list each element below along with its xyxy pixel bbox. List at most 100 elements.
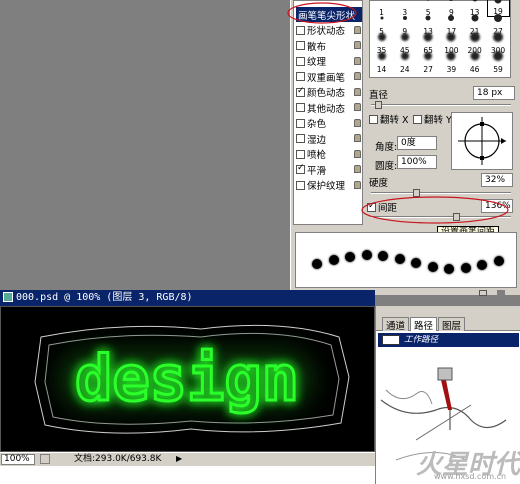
brush-tip-preset[interactable]: 24 bbox=[393, 48, 416, 74]
brush-setting-item[interactable]: 颜色动态 bbox=[296, 85, 362, 100]
stroke-dab bbox=[345, 252, 355, 262]
brush-setting-checkbox[interactable] bbox=[296, 56, 305, 66]
brush-tip-preset[interactable]: 39 bbox=[440, 48, 463, 74]
flip-x-option[interactable]: 翻转 X bbox=[369, 112, 409, 126]
hardness-field[interactable]: 32% bbox=[481, 173, 513, 187]
brush-tip-dot bbox=[400, 33, 409, 41]
brush-setting-item[interactable]: 其他动态 bbox=[296, 100, 362, 115]
roundness-field[interactable]: 100% bbox=[397, 155, 437, 169]
brush-tip-dot bbox=[471, 14, 479, 22]
brush-setting-label: 纹理 bbox=[307, 57, 327, 68]
paths-panel-header bbox=[376, 306, 520, 316]
stroke-dab bbox=[312, 259, 322, 269]
brush-setting-checkbox[interactable] bbox=[296, 163, 305, 174]
brush-tip-dot bbox=[446, 32, 456, 42]
brush-setting-checkbox[interactable] bbox=[296, 86, 305, 97]
brush-tip-dot bbox=[472, 0, 478, 2]
brush-setting-checkbox[interactable] bbox=[296, 134, 305, 143]
brush-tip-dot bbox=[426, 0, 430, 1]
flip-x-checkbox[interactable] bbox=[369, 114, 378, 124]
brush-tip-size: 46 bbox=[469, 65, 480, 74]
brush-panel: 画笔笔尖形状形状动态散布纹理双重画笔颜色动态其他动态杂色湿边喷枪平滑保护纹理 1… bbox=[290, 0, 520, 296]
brush-setting-item[interactable]: 画笔笔尖形状 bbox=[296, 7, 362, 22]
brush-tip-size: 14 bbox=[376, 65, 387, 74]
hardness-slider[interactable] bbox=[371, 192, 511, 194]
delete-brush-icon[interactable] bbox=[497, 290, 505, 296]
brush-setting-checkbox[interactable] bbox=[296, 41, 305, 50]
work-path-row[interactable]: 工作路径 bbox=[378, 333, 519, 347]
brush-setting-item[interactable]: 湿边 bbox=[296, 131, 362, 146]
brush-tip-dot bbox=[424, 52, 433, 60]
brush-setting-item[interactable]: 纹理 bbox=[296, 54, 362, 69]
diameter-field[interactable]: 18 px bbox=[473, 86, 515, 100]
flip-y-option[interactable]: 翻转 Y bbox=[413, 112, 452, 126]
lock-icon[interactable] bbox=[354, 56, 361, 65]
brush-setting-label: 杂色 bbox=[307, 119, 327, 130]
stroke-dab bbox=[460, 263, 471, 273]
tab-paths[interactable]: 路径 bbox=[410, 317, 438, 332]
brush-tip-preset[interactable]: 14 bbox=[370, 48, 393, 74]
brush-setting-checkbox[interactable] bbox=[296, 118, 305, 128]
watermark-url: www.hxsd.com.cn bbox=[434, 472, 507, 481]
brush-tip-preset[interactable]: 46 bbox=[463, 48, 486, 74]
diameter-slider-thumb[interactable] bbox=[375, 101, 382, 109]
lock-icon[interactable] bbox=[354, 149, 361, 158]
brush-setting-item[interactable]: 保护纹理 bbox=[296, 178, 362, 193]
angle-roundness-preview[interactable] bbox=[451, 112, 513, 170]
lock-icon[interactable] bbox=[354, 118, 361, 127]
flip-y-checkbox[interactable] bbox=[413, 114, 422, 124]
stroke-dab bbox=[427, 262, 438, 272]
diameter-slider[interactable] bbox=[371, 104, 511, 106]
brush-setting-item[interactable]: 双重画笔 bbox=[296, 69, 362, 84]
spacing-checkbox[interactable] bbox=[367, 201, 376, 212]
zoom-field[interactable]: 100% bbox=[1, 454, 35, 465]
status-menu-icon[interactable] bbox=[40, 454, 50, 464]
brush-setting-label: 双重画笔 bbox=[307, 72, 346, 84]
brush-tip-dot bbox=[400, 52, 409, 60]
angle-field[interactable]: 0度 bbox=[397, 136, 437, 150]
lock-icon[interactable] bbox=[354, 165, 361, 173]
brush-setting-label: 形状动态 bbox=[307, 26, 346, 37]
brush-setting-checkbox[interactable] bbox=[296, 72, 305, 81]
photoshop-doc-icon bbox=[3, 292, 13, 302]
path-thumbnail-icon bbox=[382, 335, 400, 345]
spacing-label: 间距 bbox=[378, 203, 398, 214]
lock-icon[interactable] bbox=[354, 41, 361, 49]
brush-setting-item[interactable]: 杂色 bbox=[296, 116, 362, 131]
brush-setting-label: 湿边 bbox=[307, 134, 327, 146]
document-canvas[interactable]: design bbox=[0, 306, 375, 452]
brush-setting-checkbox[interactable] bbox=[296, 149, 305, 159]
brush-tip-grid: 1359131959131721273545651002003001424273… bbox=[369, 0, 511, 78]
tab-channels[interactable]: 通道 bbox=[382, 317, 410, 332]
status-arrow-icon[interactable]: ▶ bbox=[176, 453, 182, 465]
brush-setting-item[interactable]: 散布 bbox=[296, 38, 362, 53]
brush-tip-dot bbox=[377, 33, 386, 41]
brush-tip-preset[interactable]: 27 bbox=[417, 48, 440, 74]
stroke-dab bbox=[378, 251, 388, 261]
brush-setting-checkbox[interactable] bbox=[296, 25, 305, 35]
brush-setting-item[interactable]: 平滑 bbox=[296, 162, 362, 177]
spacing-slider[interactable] bbox=[371, 216, 511, 218]
brush-setting-item[interactable]: 形状动态 bbox=[296, 23, 362, 38]
lock-icon[interactable] bbox=[354, 72, 361, 80]
brush-setting-checkbox[interactable] bbox=[296, 103, 305, 112]
spacing-option[interactable]: 间距 bbox=[367, 200, 397, 214]
brush-tip-dot bbox=[425, 15, 431, 21]
brush-setting-label: 其他动态 bbox=[307, 103, 346, 115]
brush-setting-checkbox[interactable] bbox=[296, 180, 305, 190]
brush-tip-preset[interactable]: 59 bbox=[487, 48, 510, 74]
tab-layers[interactable]: 图层 bbox=[438, 317, 466, 332]
document-title-bar[interactable]: 000.psd @ 100% (图层 3, RGB/8) bbox=[0, 290, 375, 306]
lock-icon[interactable] bbox=[354, 103, 361, 111]
brush-setting-item[interactable]: 喷枪 bbox=[296, 147, 362, 162]
spacing-slider-thumb[interactable] bbox=[453, 213, 460, 221]
spacing-field[interactable]: 136% bbox=[481, 199, 513, 213]
lock-icon[interactable] bbox=[354, 180, 361, 189]
new-brush-icon[interactable] bbox=[479, 290, 487, 296]
lock-icon[interactable] bbox=[354, 25, 361, 34]
flip-x-label: 翻转 X bbox=[380, 115, 409, 126]
lock-icon[interactable] bbox=[354, 134, 361, 142]
lock-icon[interactable] bbox=[354, 87, 361, 96]
hardness-slider-thumb[interactable] bbox=[413, 189, 420, 197]
hardness-label: 硬度 bbox=[369, 178, 389, 189]
